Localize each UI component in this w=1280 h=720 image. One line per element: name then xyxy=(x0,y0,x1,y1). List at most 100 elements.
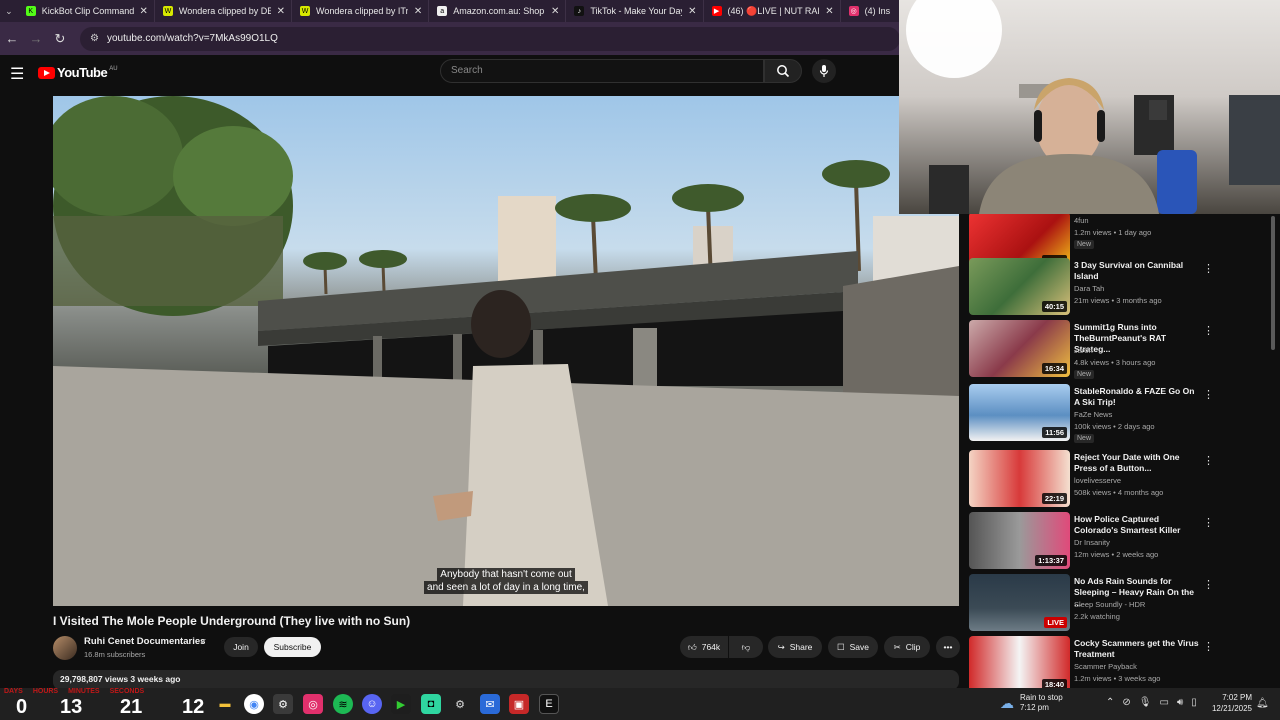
video-title[interactable]: Reject Your Date with One Press of a But… xyxy=(1074,452,1199,474)
weather-widget[interactable]: ☁ Rain to stop 7:12 pm xyxy=(1000,693,1063,713)
close-tab-icon[interactable]: ✕ xyxy=(825,6,833,17)
channel-name[interactable]: FaZe News xyxy=(1074,410,1112,419)
close-tab-icon[interactable]: ✕ xyxy=(140,6,148,17)
search-button[interactable] xyxy=(764,59,802,83)
battery-icon[interactable]: ▯ xyxy=(1191,697,1197,708)
forward-icon[interactable]: → xyxy=(24,31,48,46)
close-tab-icon[interactable]: ✕ xyxy=(277,6,285,17)
app-icon[interactable]: ◘ xyxy=(421,694,441,714)
chevron-up-icon[interactable]: ⌃ xyxy=(1106,697,1114,708)
recommendation-item[interactable]: 11:56 StableRonaldo & FAZE Go On A Ski T… xyxy=(969,384,1259,443)
channel-name[interactable]: lovelivesserve xyxy=(1074,476,1121,485)
terminal-icon[interactable]: ▶ xyxy=(391,694,411,714)
display-icon[interactable]: ▭ xyxy=(1159,697,1168,708)
browser-tab[interactable]: a Amazon.com.au: Shop on ✕ xyxy=(429,0,567,22)
system-clock[interactable]: 7:02 PM 12/21/2025 xyxy=(1198,692,1252,714)
close-tab-icon[interactable]: ✕ xyxy=(688,6,696,17)
menu-icon[interactable]: ☰ xyxy=(10,64,24,84)
recommendation-item[interactable]: LIVE No Ads Rain Sounds for Sleeping – H… xyxy=(969,574,1259,632)
video-thumbnail[interactable]: 16:34 xyxy=(969,320,1070,377)
address-bar[interactable]: ⚙ youtube.com/watch?v=7MkAs99O1LQ xyxy=(80,26,900,51)
spotify-icon[interactable]: ≋ xyxy=(333,694,353,714)
subscriber-count: 16.8m subscribers xyxy=(84,650,146,659)
file-explorer-icon[interactable]: ▬ xyxy=(215,694,235,714)
video-thumbnail[interactable]: LIVE xyxy=(969,574,1070,631)
save-button[interactable]: ☐ Save xyxy=(828,636,878,658)
video-meta: 21m views • 3 months ago xyxy=(1074,296,1162,305)
browser-tab[interactable]: ♪ TikTok - Make Your Day ✕ xyxy=(566,0,704,22)
search-input[interactable]: Search xyxy=(440,59,764,83)
browser-tab[interactable]: ◎ (4) Ins xyxy=(841,0,900,22)
share-button[interactable]: ↪ Share xyxy=(768,636,822,658)
video-thumbnail[interactable]: 18:40 xyxy=(969,636,1070,688)
channel-name[interactable]: Ruhi Cenet Documentaries xyxy=(84,636,205,647)
video-title[interactable]: How Police Captured Colorado's Smartest … xyxy=(1074,514,1199,536)
youtube-logo[interactable]: YouTube AU xyxy=(38,65,118,80)
recommendation-item[interactable]: 16:34 Summit1g Runs into TheBurntPeanut'… xyxy=(969,320,1259,379)
channel-avatar[interactable] xyxy=(53,636,77,660)
mail-icon[interactable]: ✉ xyxy=(480,694,500,714)
video-title: I Visited The Mole People Underground (T… xyxy=(53,614,411,628)
settings-icon[interactable]: ⚙ xyxy=(450,694,470,714)
tab-search-button[interactable]: ⌄ xyxy=(0,0,18,22)
more-vertical-icon[interactable]: ⋮ xyxy=(1203,262,1214,275)
channel-name[interactable]: 4fun xyxy=(1074,216,1089,225)
video-thumbnail[interactable]: 1:13:37 xyxy=(969,512,1070,569)
clip-button[interactable]: ✂ Clip xyxy=(884,636,930,658)
more-vertical-icon[interactable]: ⋮ xyxy=(1203,578,1214,591)
video-title[interactable]: 3 Day Survival on Cannibal Island xyxy=(1074,260,1199,282)
video-thumbnail[interactable]: 40:15 xyxy=(969,258,1070,315)
description-box[interactable]: 29,798,807 views 3 weeks ago xyxy=(53,670,959,690)
instagram-icon[interactable]: ◎ xyxy=(303,694,323,714)
reload-icon[interactable]: ↻ xyxy=(48,31,72,47)
more-vertical-icon[interactable]: ⋮ xyxy=(1203,516,1214,529)
channel-name[interactable]: Dr Insanity xyxy=(1074,538,1110,547)
discord-icon[interactable]: ☺ xyxy=(362,694,382,714)
recommendation-item[interactable]: 1:13:37 How Police Captured Colorado's S… xyxy=(969,512,1259,570)
video-player[interactable] xyxy=(53,96,959,606)
browser-tab[interactable]: ▶ (46) 🔴LIVE | NUT RAIDER ✕ xyxy=(704,0,841,22)
url-text: youtube.com/watch?v=7MkAs99O1LQ xyxy=(106,33,278,44)
video-thumbnail[interactable]: 22:19 xyxy=(969,450,1070,507)
channel-name[interactable]: Jaron xyxy=(1074,346,1093,355)
site-info-icon[interactable]: ⚙ xyxy=(90,33,99,44)
browser-tab[interactable]: W Wondera clipped by DEA ✕ xyxy=(155,0,293,22)
share-icon: ↪ xyxy=(777,641,785,652)
recommendation-item[interactable]: 40:15 3 Day Survival on Cannibal Island … xyxy=(969,258,1259,316)
dislike-button[interactable]: 👎︎ xyxy=(729,636,763,658)
more-vertical-icon[interactable]: ⋮ xyxy=(1203,324,1214,337)
close-tab-icon[interactable]: ✕ xyxy=(414,6,422,17)
recommendation-item[interactable]: 18:40 Cocky Scammers get the Virus Treat… xyxy=(969,636,1259,688)
chrome-icon[interactable]: ◉ xyxy=(244,694,264,714)
join-button[interactable]: Join xyxy=(224,637,258,657)
more-vertical-icon[interactable]: ⋮ xyxy=(1203,454,1214,467)
steam-icon[interactable]: ⚙ xyxy=(273,694,293,714)
close-tab-icon[interactable]: ✕ xyxy=(551,6,559,17)
browser-tab[interactable]: W Wondera clipped by ITroc ✕ xyxy=(292,0,430,22)
notification-icon[interactable]: 🔔︎ xyxy=(1256,698,1269,709)
voice-search-button[interactable] xyxy=(812,59,836,83)
channel-name[interactable]: Scammer Payback xyxy=(1074,662,1137,671)
video-thumbnail[interactable]: 11:56 xyxy=(969,384,1070,441)
game-icon[interactable]: ▣ xyxy=(509,694,529,714)
browser-tab[interactable]: K KickBot Clip Command ✕ xyxy=(18,0,155,22)
webcam-overlay xyxy=(899,0,1280,214)
wondera-icon: W xyxy=(300,6,311,16)
like-button[interactable]: 👍︎ 764k xyxy=(680,636,728,658)
sidebar-scrollbar[interactable] xyxy=(1271,216,1275,350)
more-vertical-icon[interactable]: ⋮ xyxy=(1203,640,1214,653)
epic-games-icon[interactable]: E xyxy=(539,694,559,714)
microphone-icon[interactable]: 🎙︎ xyxy=(1139,697,1152,708)
wifi-off-icon[interactable]: ⊘ xyxy=(1122,697,1130,708)
channel-name[interactable]: Dara Tah xyxy=(1074,284,1104,293)
more-actions-button[interactable]: ••• xyxy=(936,636,960,658)
back-icon[interactable]: ← xyxy=(0,31,24,46)
video-title[interactable]: StableRonaldo & FAZE Go On A Ski Trip! xyxy=(1074,386,1199,408)
more-vertical-icon[interactable]: ⋮ xyxy=(1203,388,1214,401)
channel-name[interactable]: Sleep Soundly - HDR xyxy=(1074,600,1145,609)
recommendation-item[interactable]: 22:19 Reject Your Date with One Press of… xyxy=(969,450,1259,508)
volume-icon[interactable]: 🔊︎ xyxy=(1177,697,1183,708)
instagram-icon: ◎ xyxy=(848,6,859,16)
subscribe-button[interactable]: Subscribe xyxy=(264,637,321,657)
video-title[interactable]: Cocky Scammers get the Virus Treatment xyxy=(1074,638,1199,660)
